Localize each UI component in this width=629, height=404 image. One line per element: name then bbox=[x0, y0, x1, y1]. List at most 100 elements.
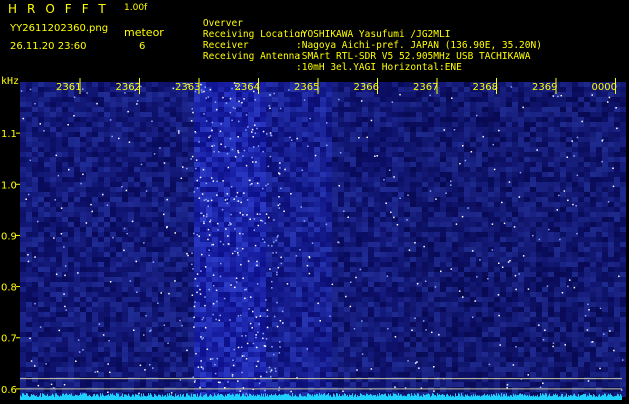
spectrogram-cell bbox=[326, 167, 332, 172]
spectrogram-cell bbox=[488, 282, 494, 287]
spectrogram-cell bbox=[458, 132, 464, 137]
spectrogram-cell bbox=[92, 252, 98, 257]
spectrogram-cell bbox=[458, 232, 464, 237]
spectrogram-cell bbox=[578, 172, 584, 177]
spectrogram-cell bbox=[596, 117, 602, 122]
spectrogram-cell bbox=[104, 142, 110, 147]
spectrogram-cell bbox=[440, 247, 446, 252]
spectrogram-cell bbox=[608, 247, 614, 252]
spectrogram-cell bbox=[110, 187, 116, 192]
spectrogram-cell bbox=[440, 192, 446, 197]
spectrogram-cell bbox=[284, 302, 290, 307]
spectrogram-cell bbox=[404, 197, 410, 202]
spectrogram-cell bbox=[608, 112, 614, 117]
spectrogram-cell bbox=[350, 307, 356, 312]
spectrogram-cell bbox=[350, 192, 356, 197]
spectrogram-cell bbox=[278, 237, 284, 242]
spectrogram-cell bbox=[302, 117, 308, 122]
spectrogram-cell bbox=[68, 262, 74, 267]
spectrogram-cell bbox=[62, 282, 68, 287]
spectrogram-cell bbox=[386, 107, 392, 112]
spectrogram-cell bbox=[524, 217, 530, 222]
spectrogram-cell bbox=[440, 137, 446, 142]
spectrogram-cell bbox=[380, 277, 386, 282]
spectrogram-cell bbox=[404, 227, 410, 232]
spectrogram-cell bbox=[26, 302, 32, 307]
spectrogram-cell bbox=[86, 187, 92, 192]
spectrogram-cell bbox=[236, 142, 242, 147]
spectrogram-cell bbox=[44, 162, 50, 167]
spectrogram-cell bbox=[416, 192, 422, 197]
spectrogram-cell bbox=[374, 107, 380, 112]
spectrogram-cell bbox=[92, 222, 98, 227]
spectrogram-cell bbox=[356, 252, 362, 257]
spectrogram-cell bbox=[272, 167, 278, 172]
spectrogram-cell bbox=[182, 227, 188, 232]
spectrogram-cell bbox=[92, 187, 98, 192]
spectrogram-cell bbox=[584, 157, 590, 162]
spectrogram-cell bbox=[578, 102, 584, 107]
spectrogram-cell bbox=[536, 177, 542, 182]
spectrogram-cell bbox=[266, 302, 272, 307]
spectrogram-cell bbox=[194, 252, 200, 257]
spectrogram-cell bbox=[266, 122, 272, 127]
spectrogram-cell bbox=[518, 167, 524, 172]
spectrogram-cell bbox=[146, 107, 152, 112]
spectrogram-cell bbox=[404, 157, 410, 162]
spectrogram-cell bbox=[488, 232, 494, 237]
spectrogram-cell bbox=[518, 97, 524, 102]
spectrogram-cell bbox=[134, 267, 140, 272]
spectrogram-cell bbox=[404, 302, 410, 307]
spectrogram-cell bbox=[596, 292, 602, 297]
spectrogram-cell bbox=[20, 207, 26, 212]
spectrogram-cell bbox=[104, 177, 110, 182]
spectrogram-cell bbox=[38, 132, 44, 137]
spectrogram-cell bbox=[422, 107, 428, 112]
spectrogram-cell bbox=[164, 272, 170, 277]
spectrogram-cell bbox=[524, 202, 530, 207]
spectrogram-cell bbox=[548, 232, 554, 237]
spectrogram-cell bbox=[176, 162, 182, 167]
spectrogram-cell bbox=[524, 302, 530, 307]
spectrogram-cell bbox=[236, 162, 242, 167]
spectrogram-cell bbox=[272, 237, 278, 242]
spectrogram-cell bbox=[194, 142, 200, 147]
spectrogram-cell bbox=[512, 307, 518, 312]
spectrogram-cell bbox=[38, 322, 44, 327]
spectrogram-cell bbox=[392, 307, 398, 312]
spectrogram-cell bbox=[182, 217, 188, 222]
spectrogram-cell bbox=[152, 232, 158, 237]
spectrogram-cell bbox=[548, 317, 554, 322]
spectrogram-cell bbox=[230, 102, 236, 107]
spectrogram-cell bbox=[374, 112, 380, 117]
spectrogram-cell bbox=[176, 227, 182, 232]
spectrogram-cell bbox=[518, 317, 524, 322]
spectrogram-cell bbox=[614, 182, 620, 187]
spectrogram-cell bbox=[182, 182, 188, 187]
spectrogram-cell bbox=[32, 262, 38, 267]
spectrogram-cell bbox=[80, 252, 86, 257]
spectrogram-cell bbox=[254, 187, 260, 192]
spectrogram-cell bbox=[488, 287, 494, 292]
spectrogram-cell bbox=[506, 242, 512, 247]
spectrogram-cell bbox=[284, 142, 290, 147]
spectrogram-cell bbox=[284, 292, 290, 297]
spectrogram-cell bbox=[404, 297, 410, 302]
spectrogram-cell bbox=[176, 97, 182, 102]
spectrogram-cell bbox=[20, 142, 26, 147]
spectrogram-cell bbox=[608, 222, 614, 227]
spectrogram-cell bbox=[86, 207, 92, 212]
spectrogram-cell bbox=[584, 267, 590, 272]
spectrogram-cell bbox=[140, 307, 146, 312]
spectrogram-cell bbox=[242, 227, 248, 232]
spectrogram-cell bbox=[308, 142, 314, 147]
spectrogram-cell bbox=[602, 302, 608, 307]
spectrogram-cell bbox=[398, 277, 404, 282]
spectrogram-cell bbox=[536, 232, 542, 237]
spectrogram-cell bbox=[26, 207, 32, 212]
spectrogram-cell bbox=[380, 112, 386, 117]
spectrogram-cell bbox=[464, 112, 470, 117]
spectrogram-cell bbox=[302, 137, 308, 142]
spectrogram-cell bbox=[518, 127, 524, 132]
spectrogram-cell bbox=[590, 167, 596, 172]
